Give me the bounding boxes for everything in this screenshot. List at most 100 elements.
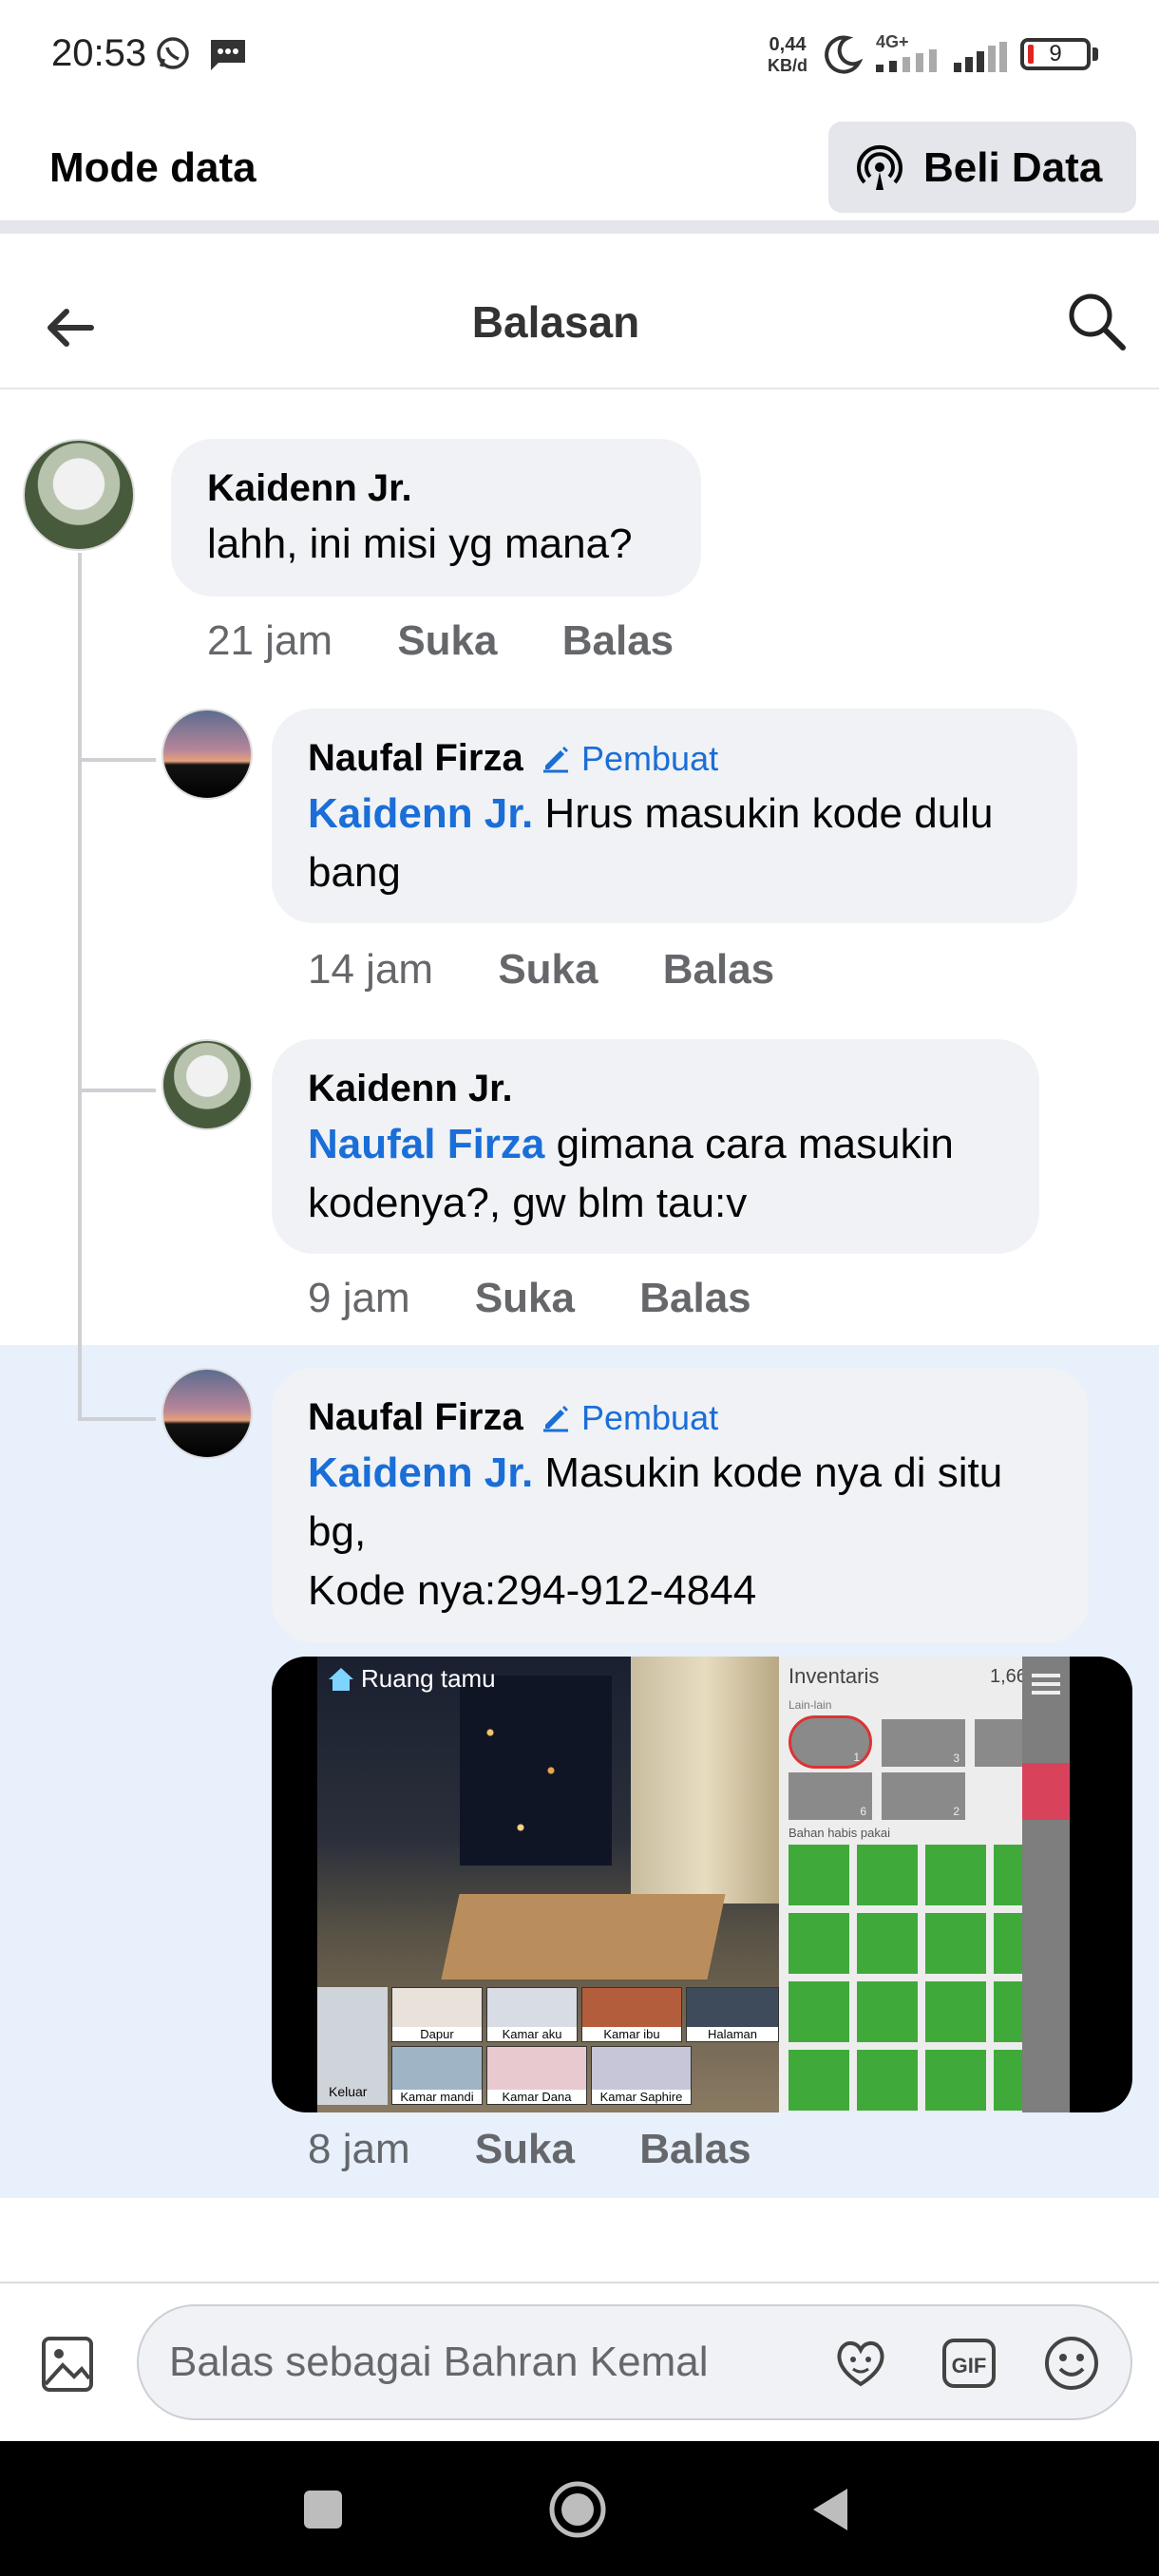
comment-author[interactable]: Naufal Firza [308, 1396, 523, 1439]
room-tile-label: Dapur [392, 2027, 482, 2041]
photo-icon[interactable] [36, 2333, 99, 2396]
comment-time: 14 jam [308, 946, 434, 993]
avatar-sticker-icon[interactable] [830, 2333, 891, 2394]
comment-actions: 14 jam Suka Balas [308, 946, 827, 994]
room-selector: Dapur Kamar aku Kamar ibu Halaman Kamar … [317, 1987, 779, 2112]
status-bar: 20:53 0,44 KB/d 4G+ 9 [0, 0, 1159, 106]
reply-input[interactable]: Balas sebagai Bahran Kemal GIF [137, 2304, 1132, 2420]
inventory-slot: 1 [788, 1715, 872, 1769]
mention-link[interactable]: Kaidenn Jr. [308, 790, 533, 837]
signal-icon-sim1 [876, 49, 937, 72]
battery-tip [1092, 47, 1098, 61]
avatar[interactable] [162, 709, 253, 800]
recents-button-icon[interactable] [302, 2489, 344, 2530]
broadcast-icon [857, 144, 902, 190]
avatar[interactable] [162, 1039, 253, 1130]
slot-count: 1 [853, 1751, 860, 1764]
comment-thread: Kaidenn Jr. lahh, ini misi yg mana? 21 j… [0, 391, 1159, 2282]
comment-bubble: Kaidenn Jr. lahh, ini misi yg mana? [171, 439, 701, 597]
comment-actions: 21 jam Suka Balas [207, 617, 727, 665]
exit-tile: Keluar [317, 1987, 388, 2105]
inventory-title: Inventaris [788, 1664, 880, 1688]
inventory-section-other: Lain-lain [788, 1698, 832, 1712]
pencil-icon [543, 1406, 568, 1432]
comment-text-line: gimana cara masukin [544, 1121, 954, 1167]
room-tile: Kamar aku [486, 1987, 578, 2042]
room-tile: Kamar mandi [391, 2046, 483, 2105]
comment-author[interactable]: Naufal Firza [308, 737, 523, 780]
message-icon [211, 40, 245, 70]
like-button[interactable]: Suka [397, 617, 497, 665]
comment-text: Kaidenn Jr. Hrus masukin kode dulu [308, 785, 993, 843]
search-icon[interactable] [1064, 289, 1130, 355]
creator-badge: Pembuat [581, 1398, 719, 1437]
room-tile-label: Halaman [687, 2027, 778, 2041]
room-tile: Kamar ibu [581, 1987, 682, 2042]
battery-icon: 9 [1020, 38, 1091, 70]
side-toolbar [1022, 1657, 1070, 2112]
comment-author[interactable]: Kaidenn Jr. [207, 467, 412, 510]
table [441, 1894, 726, 1979]
home-button-icon[interactable] [547, 2479, 608, 2540]
reply-button[interactable]: Balas [639, 1275, 750, 1322]
home-icon [329, 1668, 353, 1691]
reply-button[interactable]: Balas [639, 2126, 750, 2173]
comment-time: 8 jam [308, 2126, 410, 2172]
slot-count: 6 [860, 1805, 866, 1818]
thread-line-branch [82, 758, 156, 762]
window-curtain [631, 1657, 779, 1904]
like-button[interactable]: Suka [498, 946, 598, 994]
network-speed: 0,44 KB/d [768, 34, 808, 76]
buy-data-button[interactable]: Beli Data [828, 122, 1136, 213]
room-tile: Kamar Dana [486, 2046, 587, 2105]
avatar[interactable] [23, 439, 135, 551]
mention-link[interactable]: Kaidenn Jr. [308, 1449, 533, 1496]
page-title: Balasan [471, 297, 640, 347]
comment-text-line: bg, [308, 1508, 367, 1555]
gif-icon[interactable]: GIF [939, 2333, 999, 2394]
comment-text: Naufal Firza gimana cara masukin [308, 1115, 954, 1174]
comment-text: lahh, ini misi yg mana? [207, 521, 633, 567]
mention-link[interactable]: Naufal Firza [308, 1121, 544, 1167]
network-speed-unit: KB/d [768, 56, 808, 75]
avatar[interactable] [162, 1368, 253, 1459]
comment-bubble: Kaidenn Jr. Naufal Firza gimana cara mas… [272, 1039, 1039, 1254]
comment-time: 9 jam [308, 1275, 410, 1321]
comment-author[interactable]: Kaidenn Jr. [308, 1068, 513, 1110]
data-mode-bar: Mode data Beli Data [0, 106, 1159, 234]
comment-bubble: Naufal Firza Pembuat Kaidenn Jr. Hrus ma… [272, 709, 1077, 923]
comment-text-line: Hrus masukin kode dulu [533, 790, 994, 837]
emoji-icon[interactable] [1041, 2333, 1102, 2394]
comment-actions: 9 jam Suka Balas [308, 1275, 805, 1322]
battery-percent: 9 [1049, 41, 1062, 66]
reply-button[interactable]: Balas [663, 946, 774, 994]
exit-label: Keluar [329, 2084, 368, 2099]
reply-button[interactable]: Balas [562, 617, 674, 665]
status-time: 20:53 [51, 32, 147, 74]
data-mode-title: Mode data [49, 144, 256, 191]
thread-line-branch [82, 1089, 156, 1092]
inventory-slot: 6 [788, 1772, 872, 1820]
attached-image[interactable]: Ruang tamu Dapur Kamar aku Kamar ibu Hal… [272, 1657, 1132, 2112]
slot-count: 2 [953, 1805, 960, 1818]
comment-time: 21 jam [207, 617, 333, 664]
reply-placeholder: Balas sebagai Bahran Kemal [169, 2339, 709, 2385]
room-tile: Kamar Saphire [591, 2046, 692, 2105]
signal-icon-sim2 [954, 42, 1007, 72]
whatsapp-icon [157, 37, 189, 69]
back-button-icon[interactable] [809, 2485, 851, 2534]
moon-icon [825, 35, 863, 74]
slot-count: 3 [953, 1752, 960, 1765]
system-nav-bar [0, 2441, 1159, 2576]
like-button[interactable]: Suka [475, 2126, 575, 2173]
comment-text: Kaidenn Jr. Masukin kode nya di situ [308, 1444, 1002, 1503]
comment-bubble: Naufal Firza Pembuat Kaidenn Jr. Masukin… [272, 1368, 1089, 1643]
room-tile-label: Kamar mandi [392, 2090, 482, 2104]
room-tile-label: Kamar ibu [582, 2027, 681, 2041]
inventory-slot: 2 [882, 1772, 965, 1820]
creator-badge: Pembuat [581, 739, 719, 778]
like-button[interactable]: Suka [475, 1275, 575, 1322]
network-speed-value: 0,44 [769, 34, 807, 55]
room-tile-label: Kamar aku [487, 2027, 577, 2041]
room-tile-label: Kamar Dana [487, 2090, 586, 2104]
